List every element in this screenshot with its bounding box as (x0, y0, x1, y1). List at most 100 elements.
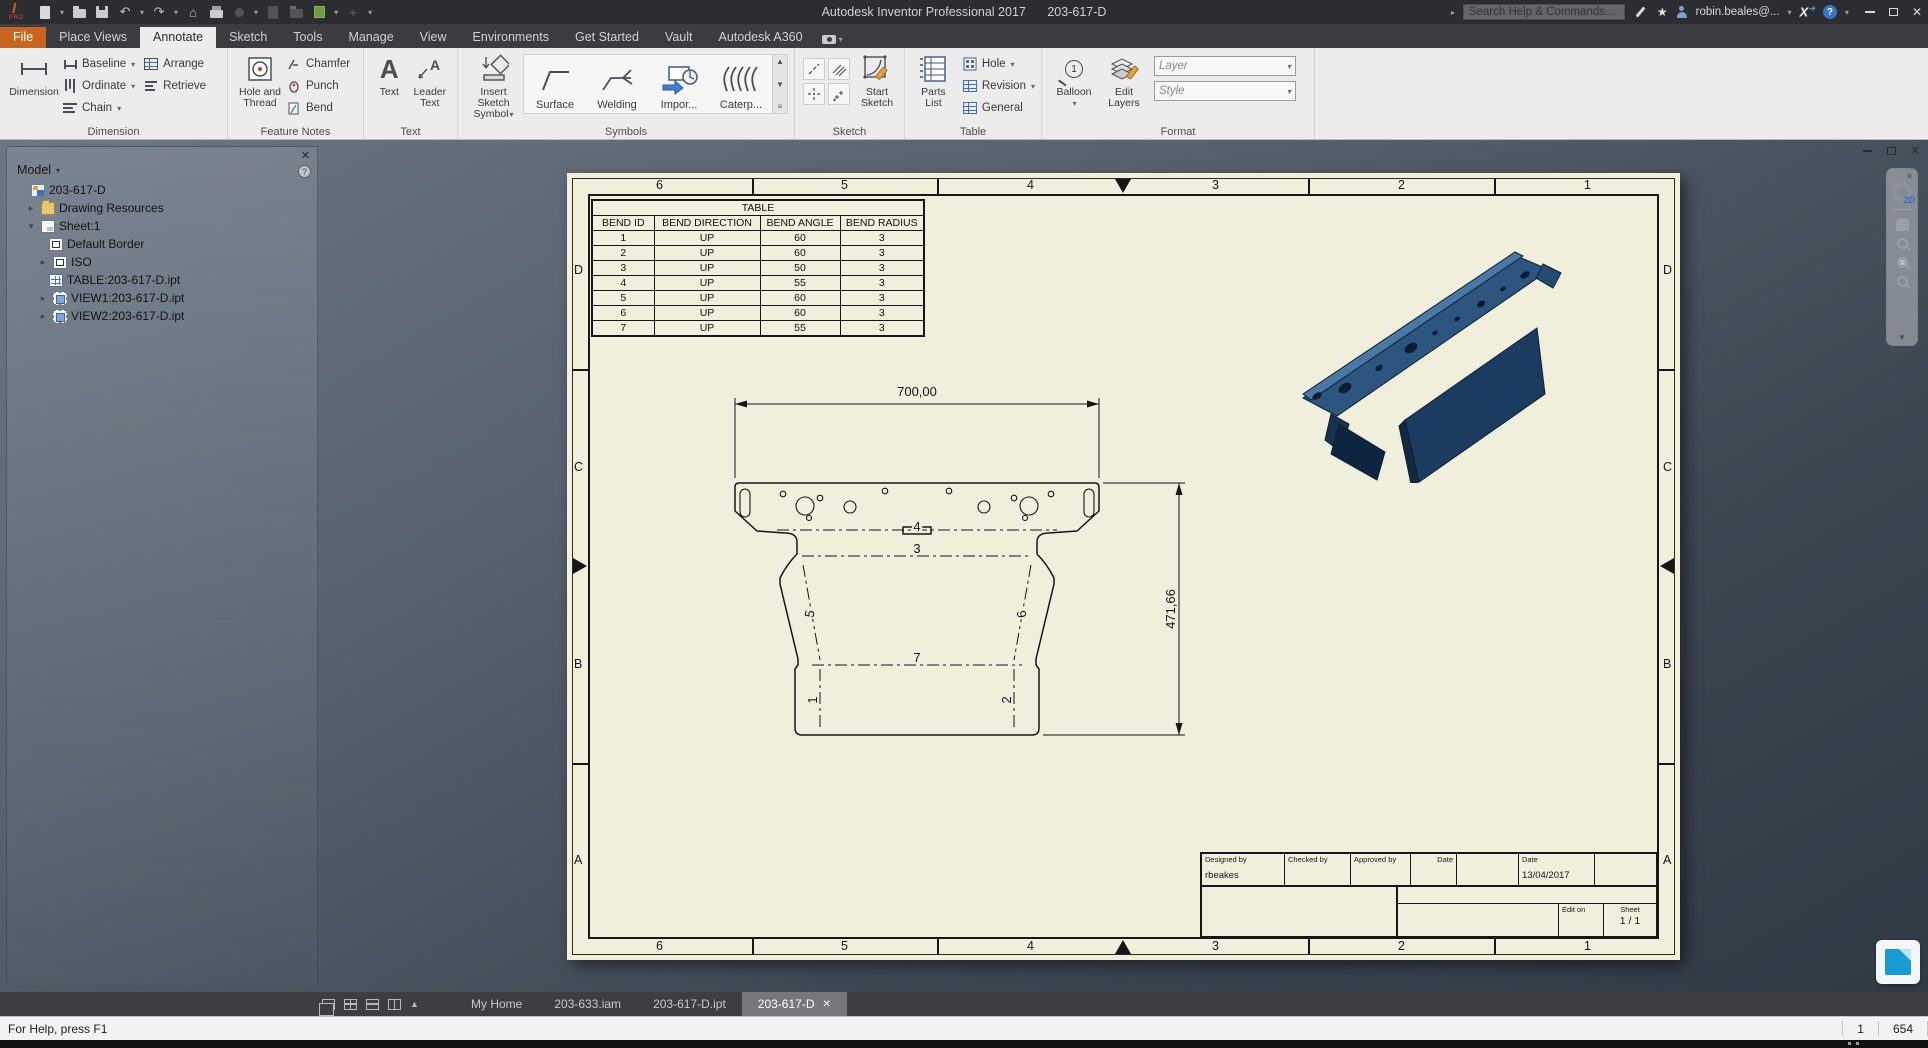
tab-place-views[interactable]: Place Views (46, 27, 140, 48)
tile-windows-icon[interactable] (344, 999, 357, 1010)
chamfer-button[interactable]: Chamfer (286, 55, 350, 73)
panel-label-feature-notes[interactable]: Feature Notes (228, 126, 363, 138)
undo-caret-icon[interactable]: ▾ (140, 8, 144, 17)
panel-label-sketch[interactable]: Sketch (795, 126, 904, 138)
tab-close-icon[interactable]: ✕ (822, 999, 830, 1010)
material-icon[interactable] (311, 4, 327, 20)
tree-item-default-border[interactable]: Default Border (15, 235, 317, 253)
ordinate-button[interactable]: Ordinate▾ (62, 77, 135, 95)
drawing-sheet[interactable]: 6 5 4 3 2 1 6 5 4 3 2 1 D C B A D C B A … (567, 173, 1680, 960)
parts-list-button[interactable]: Parts List (911, 52, 956, 109)
horizontal-split-icon[interactable] (366, 999, 379, 1010)
navbar-close-icon[interactable]: ✕ (1906, 172, 1913, 181)
centerline-bisector-button[interactable] (828, 58, 850, 80)
save-icon[interactable] (94, 4, 110, 20)
material-caret-icon[interactable]: ▾ (334, 8, 338, 17)
layer-select[interactable]: Layer ▾ (1154, 56, 1296, 76)
start-sketch-button[interactable]: Start Sketch (856, 52, 898, 109)
help-icon[interactable]: ? (1823, 5, 1837, 19)
vertical-split-icon[interactable] (388, 999, 401, 1010)
exchange-apps-icon[interactable]: X➔ (1800, 4, 1815, 19)
tree-item-view1[interactable]: ▸ VIEW1:203-617-D.ipt (15, 289, 317, 307)
redo-icon[interactable]: ↷ (151, 4, 167, 20)
panel-label-table[interactable]: Table (905, 126, 1041, 138)
tab-annotate[interactable]: Annotate (140, 27, 216, 48)
undo-icon[interactable]: ↶ (117, 4, 133, 20)
graphics-canvas[interactable]: ✕ ✕ ? Model ▾ 203-617-D ▸ Drawing Resour… (0, 140, 1928, 992)
tree-item-drawing-resources[interactable]: ▸ Drawing Resources (15, 199, 317, 217)
gallery-scroll-up-icon[interactable]: ▲ (776, 57, 784, 66)
edit-layers-button[interactable]: Edit Layers (1100, 52, 1148, 109)
zoom-icon[interactable] (1897, 238, 1908, 249)
cascade-windows-icon[interactable] (322, 999, 335, 1010)
qat-customize-icon[interactable]: ▾ (368, 8, 372, 17)
dimension-button[interactable]: Dimension (6, 52, 62, 98)
capture-icon[interactable] (822, 35, 836, 44)
chain-button[interactable]: Chain▾ (62, 99, 135, 117)
doc-tab-203-617-d-ipt[interactable]: 203-617-D.ipt (637, 992, 742, 1016)
centerline-button[interactable] (803, 58, 825, 80)
gallery-item-import[interactable]: Impor... (648, 55, 710, 113)
doc-tab-203-617-d[interactable]: 203-617-D ✕ (742, 992, 847, 1016)
expand-icon[interactable]: ▸ (25, 203, 37, 214)
panel-label-symbols[interactable]: Symbols (458, 126, 794, 138)
doc-restore-button[interactable] (1887, 147, 1896, 155)
steering-wheel-icon[interactable]: 2D (1892, 182, 1912, 202)
general-table-button[interactable]: General (962, 99, 1035, 117)
gallery-item-welding[interactable]: Welding (586, 55, 648, 113)
gallery-scrollbar[interactable]: ▲ ▼ ≡ (772, 55, 787, 113)
expand-icon[interactable]: ▸ (37, 311, 49, 322)
search-expand-icon[interactable]: ▸ (1451, 8, 1455, 17)
retrieve-button[interactable]: Retrieve (143, 77, 206, 95)
tree-item-iso[interactable]: ▸ ISO (15, 253, 317, 271)
gallery-expand-icon[interactable]: ≡ (778, 102, 783, 111)
redo-caret-icon[interactable]: ▾ (174, 8, 178, 17)
punch-button[interactable]: Punch (286, 77, 350, 95)
tree-item-view2[interactable]: ▸ VIEW2:203-617-D.ipt (15, 307, 317, 325)
help-caret-icon[interactable]: ▾ (1845, 8, 1849, 17)
browser-help-icon[interactable]: ? (298, 165, 311, 178)
window-restore-button[interactable] (1889, 8, 1898, 16)
favorites-star-icon[interactable]: ★ (1657, 5, 1668, 19)
tree-item-root[interactable]: 203-617-D (15, 181, 317, 199)
sign-pen-icon[interactable] (1633, 4, 1649, 20)
tab-vault[interactable]: Vault (652, 27, 706, 48)
doc-close-button[interactable]: ✕ (1911, 144, 1920, 157)
arrange-button[interactable]: Arrange (143, 55, 206, 73)
new-file-caret-icon[interactable]: ▾ (60, 8, 64, 17)
tab-sketch[interactable]: Sketch (216, 27, 280, 48)
panel-label-format[interactable]: Format (1042, 126, 1314, 138)
expand-icon[interactable]: ▸ (37, 293, 49, 304)
bend-button[interactable]: Bend (286, 99, 350, 117)
browser-header[interactable]: Model ▾ (7, 147, 317, 181)
baseline-button[interactable]: Baseline▾ (62, 55, 135, 73)
style-select[interactable]: Style ▾ (1154, 81, 1296, 101)
panel-label-text[interactable]: Text (364, 126, 457, 138)
print-icon[interactable] (208, 4, 224, 20)
expand-icon[interactable]: ▸ (37, 257, 49, 268)
collapse-icon[interactable]: ▾ (25, 221, 37, 232)
tree-item-sheet1[interactable]: ▾ Sheet:1 (15, 217, 317, 235)
pan-icon[interactable] (1896, 218, 1909, 231)
new-file-icon[interactable] (37, 4, 53, 20)
open-icon[interactable] (71, 4, 87, 20)
zoom-all-icon[interactable] (1897, 276, 1908, 287)
gallery-item-caterpillar[interactable]: Caterp... (710, 55, 772, 113)
tab-tools[interactable]: Tools (280, 27, 335, 48)
insert-sketch-symbol-button[interactable]: Insert Sketch Symbol▾ (464, 52, 523, 120)
user-avatar-icon[interactable] (1676, 6, 1688, 18)
text-button[interactable]: A Text (370, 52, 409, 98)
center-mark-button[interactable] (803, 83, 825, 105)
tab-file[interactable]: File (0, 27, 46, 48)
user-account-label[interactable]: robin.beales@... (1696, 6, 1780, 18)
hole-table-button[interactable]: Hole▾ (962, 55, 1035, 73)
panel-label-dimension[interactable]: Dimension (0, 126, 227, 138)
tab-environments[interactable]: Environments (460, 27, 562, 48)
gallery-scroll-down-icon[interactable]: ▼ (776, 80, 784, 89)
a360-badge[interactable] (1876, 940, 1920, 984)
tab-list-icon[interactable]: ▲ (410, 999, 419, 1009)
tab-manage[interactable]: Manage (335, 27, 406, 48)
capture-caret-icon[interactable]: ▾ (839, 35, 843, 44)
gallery-item-surface[interactable]: Surface (524, 55, 586, 113)
centered-pattern-button[interactable] (828, 83, 850, 105)
